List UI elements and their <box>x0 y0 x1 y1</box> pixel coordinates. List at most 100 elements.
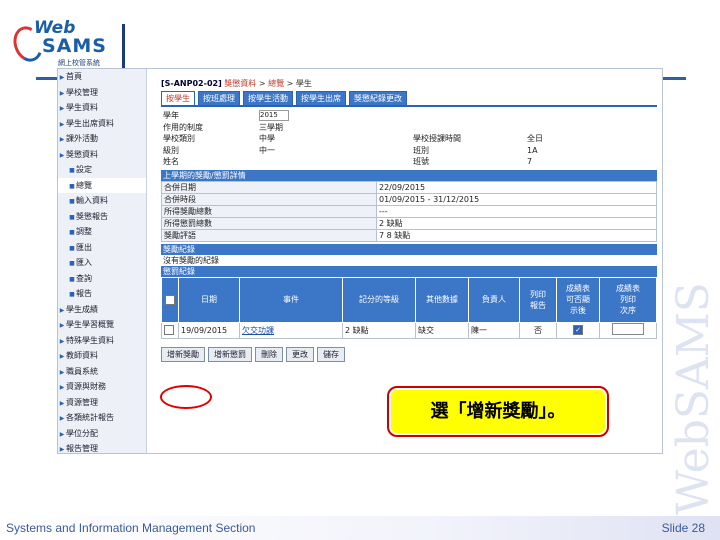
expand-arrow-icon: ▶ <box>59 399 65 407</box>
tab-by-class[interactable]: 按班處理 <box>198 91 240 106</box>
breadcrumb-sep: > <box>286 79 294 88</box>
tab-by-activity[interactable]: 按學生活動 <box>243 91 293 106</box>
cell-person: 陳一 <box>468 321 520 339</box>
sidebar-item[interactable]: ■輸入資料 <box>58 193 146 209</box>
sidebar-item[interactable]: ▶ 獎懲資料 <box>58 147 146 163</box>
section-header-awards: 獎勵紀錄 <box>161 243 657 255</box>
sidebar-item-label: 匯出 <box>76 242 92 252</box>
tab-bar: 按學生 按班處理 按學生活動 按學生出席 獎懲紀錄更改 <box>161 91 657 107</box>
info-label: 班號 <box>413 157 429 167</box>
sidebar-item-label: 學生出席資料 <box>66 118 114 128</box>
bullet-icon: ■ <box>69 229 75 236</box>
cell-grade: 2 缺點 <box>342 321 416 339</box>
sidebar-menu: ▶ 首頁 ▶ 學校管理 ▶ 學生資料 ▶ 學生出席資料 ▶ 課外活動 ▶ 獎懲資料 ■設定 ■總覽 ■輸入資… <box>58 69 147 453</box>
logo-subtitle: 網上校管系統 <box>58 59 100 67</box>
bullet-icon: ■ <box>69 291 75 298</box>
sidebar-item[interactable]: ▶ 資源管理 <box>58 395 146 411</box>
sidebar-item[interactable]: ■設定 <box>58 162 146 178</box>
summary-label: 合併時段 <box>161 192 377 206</box>
tab-by-student[interactable]: 按學生 <box>161 91 195 106</box>
sidebar-item[interactable]: ■查詢 <box>58 271 146 287</box>
info-value: 全日 <box>527 134 543 144</box>
sidebar-item-label: 總覽 <box>76 180 92 190</box>
sidebar-item[interactable]: ▶ 職員系統 <box>58 364 146 380</box>
info-label: 學校授課時間 <box>413 134 461 144</box>
sidebar-item[interactable]: ▶ 學校管理 <box>58 85 146 101</box>
sidebar-item[interactable]: ▶ 資源與財務 <box>58 379 146 395</box>
col-header: 負責人 <box>468 276 520 323</box>
summary-label: 所得懲罰總數 <box>161 216 377 230</box>
slide-footer: Systems and Information Management Secti… <box>0 516 720 540</box>
col-header: 成績表 列印 次序 <box>599 276 657 323</box>
section-header-punishments: 懲罰紀錄 <box>161 265 657 277</box>
sidebar-item[interactable]: ▶ 首頁 <box>58 69 146 85</box>
sidebar-item[interactable]: ■報告 <box>58 286 146 302</box>
sidebar-item-label: 學生成績 <box>66 304 98 314</box>
summary-value: --- <box>376 204 657 218</box>
sidebar-item[interactable]: ■調整 <box>58 224 146 240</box>
table-row[interactable]: 19/09/2015 欠交功課 2 缺點 缺交 陳一 否 ✓ <box>161 321 657 339</box>
sidebar-item-label: 設定 <box>76 165 92 174</box>
sidebar-item-label: 報告管理 <box>66 444 98 453</box>
delete-button[interactable]: 刪除 <box>255 346 283 362</box>
expand-arrow-icon: ▶ <box>59 368 65 376</box>
school-year-select[interactable]: 2015 <box>259 110 289 122</box>
edit-button[interactable]: 更改 <box>286 346 314 362</box>
sidebar-item[interactable]: ▶ 特殊學生資料 <box>58 333 146 349</box>
bullet-icon: ■ <box>69 244 75 252</box>
expand-arrow-icon: ▶ <box>59 384 65 391</box>
tab-by-attendance[interactable]: 按學生出席 <box>296 91 346 106</box>
sidebar-item[interactable]: ▶ 教師資料 <box>58 348 146 364</box>
cell-date: 19/09/2015 <box>178 321 240 339</box>
sidebar-item[interactable]: ▶ 報告管理 <box>58 441 146 457</box>
sidebar-item-label: 職員系統 <box>66 366 98 376</box>
expand-arrow-icon: ▶ <box>59 415 65 422</box>
sidebar-item[interactable]: ▶ 學生學習概覽 <box>58 317 146 333</box>
slide-number: Slide 28 <box>661 521 705 535</box>
sidebar-item[interactable]: ▶ 各類統計報告 <box>58 410 146 426</box>
instruction-callout: 選「增新獎勵」。 <box>387 386 609 437</box>
select-all-checkbox[interactable] <box>165 294 175 305</box>
sidebar-item[interactable]: ■獎懲報告 <box>58 209 146 225</box>
sidebar-item[interactable]: ▶ 學位分配 <box>58 426 146 442</box>
logo-divider <box>122 24 125 68</box>
sidebar-item[interactable]: ■匯出 <box>58 240 146 256</box>
expand-arrow-icon: ▶ <box>59 446 65 453</box>
sidebar-item-label: 資源與財務 <box>66 382 106 391</box>
bullet-icon: ■ <box>69 275 75 283</box>
sidebar-item[interactable]: ▶ 課外活動 <box>58 131 146 147</box>
tab-record-change[interactable]: 獎懲紀錄更改 <box>349 91 407 106</box>
col-header: 成績表 可否顯 示後 <box>556 276 600 323</box>
row-select-cell <box>161 321 179 339</box>
add-punishment-button[interactable]: 增新懲罰 <box>208 346 252 362</box>
sidebar-item[interactable]: ▶ 學生出席資料 <box>58 116 146 132</box>
cell-print: 否 <box>519 321 557 339</box>
sidebar-item-label: 首頁 <box>66 72 82 81</box>
summary-value: 7 8 缺點 <box>376 228 657 242</box>
print-order-input[interactable] <box>612 323 644 335</box>
sidebar-item-label: 匯入 <box>76 258 92 267</box>
sidebar-item[interactable]: ▶ 學生成績 <box>58 302 146 318</box>
sidebar-item[interactable]: ■總覽 <box>58 177 146 193</box>
sidebar-item[interactable]: ▶ 學生資料 <box>58 100 146 116</box>
expand-arrow-icon: ▶ <box>59 74 65 81</box>
expand-arrow-icon: ▶ <box>59 337 65 345</box>
col-header: 列印 報告 <box>519 276 557 323</box>
info-value: 中一 <box>259 145 275 155</box>
info-value: 三學期 <box>259 122 283 132</box>
sidebar-item[interactable]: ■匯入 <box>58 255 146 271</box>
save-button[interactable]: 儲存 <box>317 346 345 362</box>
breadcrumb-link-2[interactable]: 總覽 <box>268 79 284 88</box>
add-award-button[interactable]: 增新獎勵 <box>161 346 205 362</box>
cell-event[interactable]: 欠交功課 <box>239 321 343 339</box>
info-value: 1A <box>527 145 538 155</box>
show-in-report-checkbox[interactable]: ✓ <box>573 325 583 335</box>
sidebar-item-label: 學生資料 <box>66 103 98 112</box>
screen-code: [S-ANP02-02] <box>161 79 222 88</box>
bullet-icon: ■ <box>69 213 75 221</box>
info-label: 級別 <box>163 145 179 155</box>
logo-sams-text: SAMS <box>42 35 107 57</box>
row-checkbox[interactable] <box>164 325 174 335</box>
cell-other: 缺交 <box>415 321 469 339</box>
breadcrumb-link-1[interactable]: 獎懲資料 <box>224 79 256 88</box>
